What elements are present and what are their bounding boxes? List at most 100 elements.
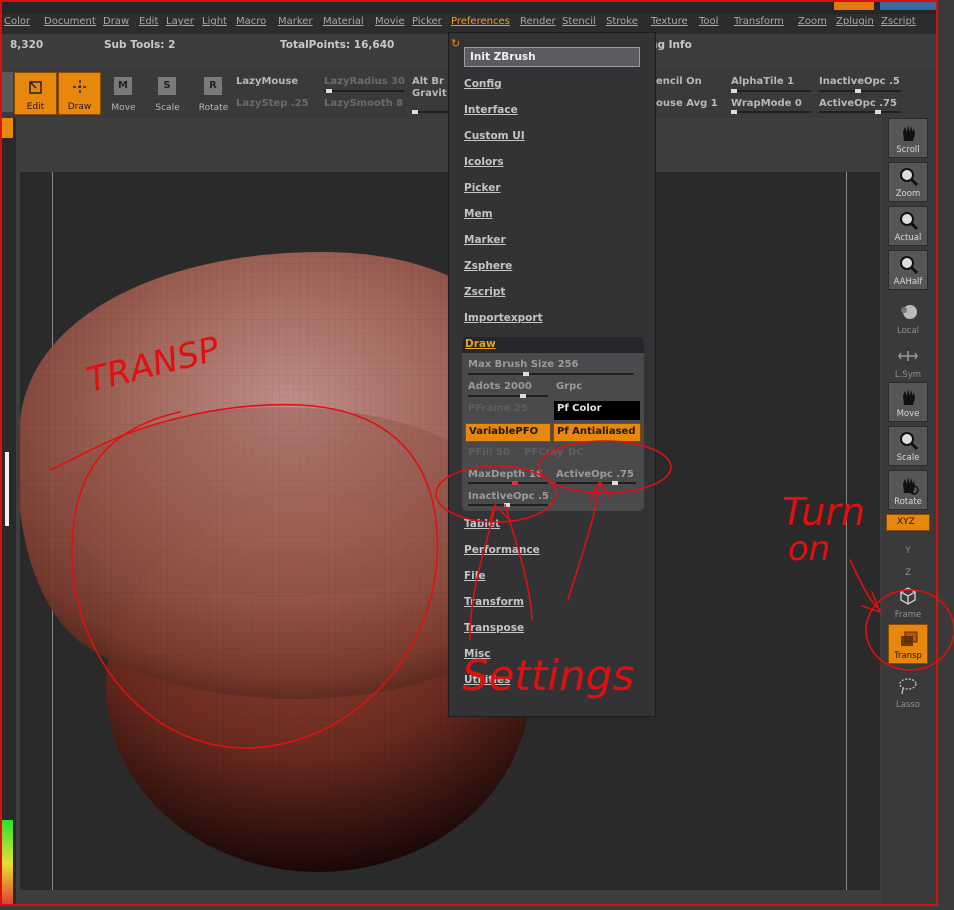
frame-button[interactable]: Frame xyxy=(888,582,928,622)
gravity-track[interactable] xyxy=(412,110,448,114)
maxdepth-slider[interactable]: MaxDepth 16 xyxy=(468,469,543,480)
dc-slider[interactable]: DC xyxy=(568,447,584,458)
menu-preferences[interactable]: Preferences xyxy=(451,16,510,27)
menu-render[interactable]: Render xyxy=(520,16,556,27)
menu-layer[interactable]: Layer xyxy=(166,16,194,27)
pref-config[interactable]: Config xyxy=(464,78,502,90)
menu-transform[interactable]: Transform xyxy=(734,16,784,27)
inactiveopc-track[interactable] xyxy=(468,503,548,507)
adots-track[interactable] xyxy=(468,394,548,398)
max-brush-size-slider[interactable]: Max Brush Size 256 xyxy=(468,359,578,370)
toolbar-activeopc-track[interactable] xyxy=(819,110,901,114)
menu-picker[interactable]: Picker xyxy=(412,16,442,27)
pref-file[interactable]: File xyxy=(464,570,486,582)
pref-custom-ui[interactable]: Custom UI xyxy=(464,130,525,142)
lazymouse-toggle[interactable]: LazyMouse xyxy=(236,76,298,87)
move-button[interactable]: M Move xyxy=(102,72,145,115)
left-orange-tab[interactable] xyxy=(2,118,13,138)
draw-subpanel-header[interactable]: Draw xyxy=(462,337,644,353)
menu-edit[interactable]: Edit xyxy=(139,16,158,27)
max-brush-size-track[interactable] xyxy=(468,372,634,376)
menu-draw[interactable]: Draw xyxy=(103,16,129,27)
menu-macro[interactable]: Macro xyxy=(236,16,266,27)
transp-button[interactable]: Transp xyxy=(888,624,928,664)
lasso-button[interactable]: Lasso xyxy=(888,672,928,712)
info-button[interactable]: ng Info xyxy=(650,39,692,51)
gravity-slider[interactable]: Gravit xyxy=(412,88,447,99)
pref-zscript[interactable]: Zscript xyxy=(464,286,505,298)
top-blue-button[interactable] xyxy=(880,2,936,10)
pref-marker[interactable]: Marker xyxy=(464,234,506,246)
menu-marker[interactable]: Marker xyxy=(278,16,313,27)
local-button[interactable]: Local xyxy=(888,298,928,338)
menu-tool[interactable]: Tool xyxy=(699,16,718,27)
move-view-button[interactable]: Move xyxy=(888,382,928,422)
pref-transform[interactable]: Transform xyxy=(464,596,524,608)
color-strip[interactable] xyxy=(2,820,13,904)
menu-document[interactable]: Document xyxy=(44,16,96,27)
pref-utilities[interactable]: Utilities xyxy=(464,674,510,686)
zoom-button[interactable]: Zoom xyxy=(888,162,928,202)
lazyradius-slider[interactable]: LazyRadius 30 xyxy=(324,76,405,87)
actual-button[interactable]: Actual xyxy=(888,206,928,246)
menu-stroke[interactable]: Stroke xyxy=(606,16,638,27)
menu-material[interactable]: Material xyxy=(323,16,364,27)
pref-interface[interactable]: Interface xyxy=(464,104,518,116)
alphatile-track[interactable] xyxy=(731,89,811,93)
pref-icolors[interactable]: Icolors xyxy=(464,156,504,168)
stencil-on-toggle[interactable]: encil On xyxy=(656,76,702,87)
pref-tablet[interactable]: Tablet xyxy=(464,518,500,530)
pf-color-swatch[interactable]: Pf Color xyxy=(554,401,640,420)
activeopc-slider[interactable]: ActiveOpc .75 xyxy=(556,469,634,480)
rotate-button[interactable]: R Rotate xyxy=(192,72,235,115)
xyz-button[interactable]: XYZ xyxy=(886,514,930,531)
toolbar-activeopc-slider[interactable]: ActiveOpc .75 xyxy=(819,98,897,109)
z-axis-button[interactable]: Z xyxy=(888,558,928,580)
refresh-icon[interactable]: ↻ xyxy=(451,37,460,50)
init-zbrush-button[interactable]: Init ZBrush xyxy=(464,47,640,67)
aahalf-button[interactable]: AAHalf xyxy=(888,250,928,290)
pref-zsphere[interactable]: Zsphere xyxy=(464,260,512,272)
edit-button[interactable]: Edit xyxy=(14,72,57,115)
scroll-button[interactable]: Scroll xyxy=(888,118,928,158)
mouse-avg-slider[interactable]: ouse Avg 1 xyxy=(656,98,718,109)
pfcray-slider[interactable]: PFCray xyxy=(524,447,563,458)
menu-movie[interactable]: Movie xyxy=(375,16,405,27)
toolbar-inactiveopc-slider[interactable]: InactiveOpc .5 xyxy=(819,76,900,87)
menu-color[interactable]: Color xyxy=(4,16,30,27)
menu-stencil[interactable]: Stencil xyxy=(562,16,596,27)
scale-button[interactable]: S Scale xyxy=(146,72,189,115)
adots-slider[interactable]: Adots 2000 xyxy=(468,381,532,392)
pf-antialiased-toggle[interactable]: Pf Antialiased xyxy=(553,423,641,442)
pref-transpose[interactable]: Transpose xyxy=(464,622,524,634)
maxdepth-track[interactable] xyxy=(468,481,548,485)
pref-misc[interactable]: Misc xyxy=(464,648,491,660)
alt-brush-toggle[interactable]: Alt Br xyxy=(412,76,444,87)
scale-view-button[interactable]: Scale xyxy=(888,426,928,466)
top-orange-button[interactable] xyxy=(834,2,874,10)
toolbar-inactiveopc-track[interactable] xyxy=(819,89,901,93)
menu-zplugin[interactable]: Zplugin xyxy=(836,16,874,27)
pframe-slider[interactable]: PFrame 25 xyxy=(468,403,528,414)
wrapmode-track[interactable] xyxy=(731,110,811,114)
y-axis-button[interactable]: Y xyxy=(888,536,928,558)
menu-zscript[interactable]: Zscript xyxy=(881,16,916,27)
grpc-toggle[interactable]: Grpc xyxy=(556,381,582,392)
rotate-view-button[interactable]: Rotate xyxy=(888,470,928,510)
pfill-slider[interactable]: PFill 50 xyxy=(468,447,510,458)
activeopc-track[interactable] xyxy=(556,481,636,485)
lsym-button[interactable]: L.Sym xyxy=(888,342,928,382)
inactiveopc-slider[interactable]: InactiveOpc .5 xyxy=(468,491,549,502)
lazyradius-track[interactable] xyxy=(324,89,404,93)
variablepfo-toggle[interactable]: VariablePFO xyxy=(465,423,551,442)
lazysmooth-slider[interactable]: LazySmooth 8 xyxy=(324,98,403,109)
alphatile-slider[interactable]: AlphaTile 1 xyxy=(731,76,794,87)
lazystep-slider[interactable]: LazyStep .25 xyxy=(236,98,309,109)
menu-light[interactable]: Light xyxy=(202,16,227,27)
left-scroll-indicator[interactable] xyxy=(5,452,9,526)
menu-zoom[interactable]: Zoom xyxy=(798,16,827,27)
wrapmode-slider[interactable]: WrapMode 0 xyxy=(731,98,802,109)
draw-button[interactable]: Draw xyxy=(58,72,101,115)
pref-mem[interactable]: Mem xyxy=(464,208,493,220)
pref-importexport[interactable]: Importexport xyxy=(464,312,543,324)
